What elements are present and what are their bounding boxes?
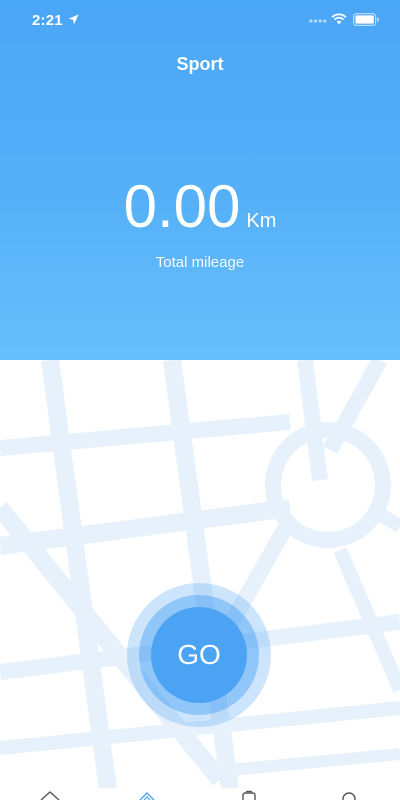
location-arrow-icon: [68, 14, 79, 25]
sport-icon[interactable]: [136, 790, 158, 800]
sport-screen: 2:21 Sport 0.00 Km Total mileage GO: [0, 0, 400, 800]
status-time: 2:21: [32, 12, 63, 29]
home-icon[interactable]: [39, 790, 61, 800]
cellular-signal-icon: [309, 19, 327, 23]
wifi-icon: [331, 13, 347, 25]
device-icon[interactable]: [238, 790, 260, 800]
battery-icon: [353, 13, 379, 26]
status-bar: 2:21: [0, 0, 400, 44]
go-button[interactable]: GO: [151, 607, 247, 703]
mileage-value: 0.00: [123, 173, 241, 240]
mileage-label: Total mileage: [155, 254, 245, 271]
go-button-container: GO: [127, 583, 271, 727]
mileage-unit: Km: [246, 210, 277, 232]
mileage-display: 0.00 Km: [0, 172, 400, 241]
profile-icon[interactable]: [338, 790, 360, 800]
page-title: Sport: [176, 54, 224, 74]
